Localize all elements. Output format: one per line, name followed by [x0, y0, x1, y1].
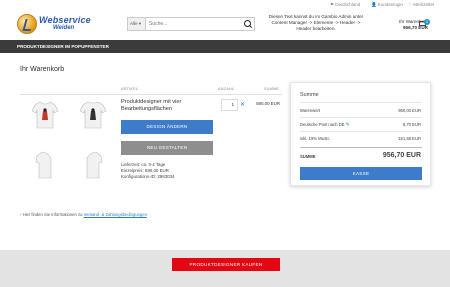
summary-label-shipping: Deutsche Post nach DE ✎: [300, 122, 350, 128]
page-title: Ihr Warenkorb: [20, 66, 65, 73]
summary-title: Summe: [300, 92, 319, 98]
product-image-front[interactable]: [31, 100, 59, 130]
column-header-article: ARTIKEL: [121, 87, 139, 91]
login-link[interactable]: 👤 Kundenlogin: [371, 2, 403, 8]
header-info-text: Diesen Text kannst du im Gambio Admin un…: [268, 14, 364, 31]
country-label: Deutschland: [335, 2, 361, 7]
change-design-button[interactable]: DESIGN ÄNDERN: [121, 120, 213, 134]
edit-shipping-icon[interactable]: ✎: [346, 122, 350, 128]
logo-title: Webservice: [39, 15, 91, 25]
quantity-input[interactable]: 1: [221, 99, 238, 111]
nav-item-produktdesigner[interactable]: PRODUKTDESIGNER IM POPUPFENSTER: [17, 40, 109, 53]
info-text: Hier finden Sie Informationen zu: [22, 212, 83, 217]
top-utility-bar: ⚑ Deutschland 👤 Kundenlogin ♡ Merkzettel: [0, 0, 450, 10]
product-details: Lieferzeit: ca. 3-4 Tage Einzelpreis: 59…: [121, 162, 174, 179]
summary-divider: [300, 117, 422, 118]
wishlist-link[interactable]: ♡ Merkzettel: [408, 2, 434, 8]
summary-divider: [300, 131, 422, 132]
summary-value-goods: 950,00 EUR: [398, 108, 421, 113]
row-price: 590,00 EUR: [256, 101, 280, 106]
search-input[interactable]: [147, 18, 243, 30]
summary-total-value: 956,70 EUR: [382, 152, 421, 159]
cart-icon[interactable]: 1: [419, 19, 430, 28]
summary-label-tax: inkl. 19% MwSt.: [300, 136, 330, 141]
summary-value-tax: 151,68 EUR: [398, 136, 421, 141]
login-label: Kundenlogin: [377, 2, 403, 7]
new-design-button[interactable]: NEU GESTALTEN: [121, 141, 213, 155]
product-image-left-sleeve[interactable]: [31, 150, 59, 180]
column-header-sum: SUMME: [264, 87, 280, 91]
product-image-right-sleeve[interactable]: [79, 150, 107, 180]
checkout-button[interactable]: KASSE: [300, 167, 422, 180]
column-header-quantity: ANZAHL: [218, 87, 235, 91]
logo-subtitle: Weiden: [53, 25, 75, 31]
product-image-back[interactable]: [79, 100, 107, 130]
country-link[interactable]: ⚑ Deutschland: [330, 2, 360, 8]
logo-emblem-icon: [17, 14, 37, 34]
product-name[interactable]: Produktdesigner mit vier Bearbeitungsflä…: [121, 99, 216, 113]
info-chevron-icon: ›: [20, 212, 22, 217]
search-icon[interactable]: [243, 19, 253, 29]
search-bar: Alle ▾: [127, 17, 255, 31]
shipping-label-text: Deutsche Post nach DE: [300, 122, 345, 127]
summary-label-goods: Warenwert: [300, 108, 321, 113]
shipping-info-line: › Hier finden Sie Informationen zu Versa…: [20, 212, 147, 217]
main-navigation: PRODUKTDESIGNER IM POPUPFENSTER: [0, 40, 450, 53]
buy-designer-button[interactable]: PRODUKTDESIGNER KAUFEN: [172, 258, 280, 271]
summary-value-shipping: 6,70 EUR: [402, 122, 421, 127]
summary-divider: [300, 147, 422, 148]
remove-item-icon[interactable]: ✕: [240, 101, 245, 108]
order-summary: Summe Warenwert 950,00 EUR Deutsche Post…: [290, 82, 431, 186]
unit-price: Einzelpreis: 590,00 EUR: [121, 167, 169, 173]
search-category-select[interactable]: Alle ▾: [128, 18, 146, 30]
summary-total-label: SUMME: [300, 154, 316, 159]
cart-count-badge: 1: [424, 19, 430, 25]
summary-divider: [300, 102, 422, 103]
table-header-divider: [20, 94, 282, 95]
shipping-conditions-link[interactable]: Versand- & Zahlungsbedingungen: [84, 212, 147, 217]
wishlist-label: Merkzettel: [413, 2, 435, 7]
configuration-id: Konfigurations-ID: 2983034: [121, 173, 175, 179]
shop-logo[interactable]: Webservice Weiden: [17, 14, 117, 36]
search-category-label: Alle: [130, 21, 138, 26]
